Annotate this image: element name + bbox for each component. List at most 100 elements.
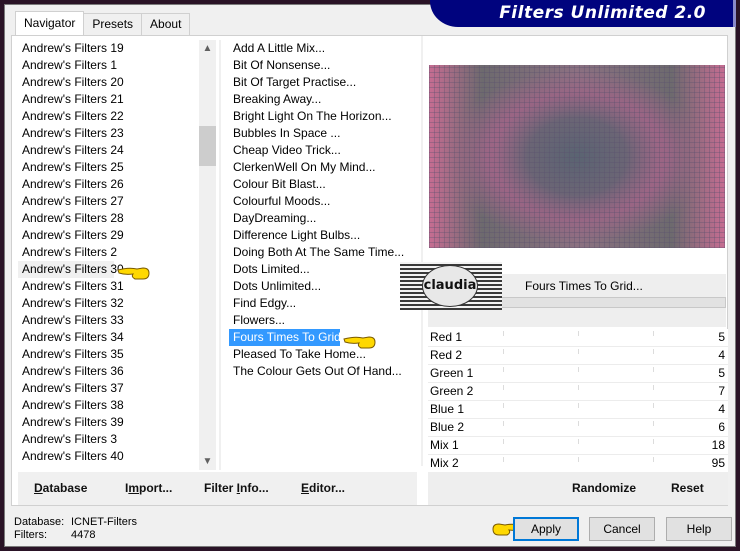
tab-about[interactable]: About <box>141 13 191 35</box>
category-item[interactable]: Andrew's Filters 37 <box>18 380 198 397</box>
category-item[interactable]: Andrew's Filters 25 <box>18 159 198 176</box>
category-item[interactable]: Andrew's Filters 23 <box>18 125 198 142</box>
param-slider-blue-1[interactable]: Blue 1 4 <box>428 401 728 419</box>
slider-tick <box>653 385 654 390</box>
scroll-thumb[interactable] <box>199 126 216 166</box>
category-item[interactable]: Andrew's Filters 36 <box>18 363 198 380</box>
param-slider-mix-2[interactable]: Mix 2 95 <box>428 455 728 473</box>
param-value: 4 <box>718 402 725 416</box>
category-item[interactable]: Andrew's Filters 2 <box>18 244 198 261</box>
filter-item[interactable]: Fours Times To Grid... <box>229 329 351 346</box>
filter-item[interactable]: Pleased To Take Home... <box>229 346 419 363</box>
filter-item[interactable]: DayDreaming... <box>229 210 419 227</box>
pane-divider <box>421 36 423 466</box>
filter-item[interactable]: Dots Unlimited... <box>229 278 419 295</box>
param-slider-blue-2[interactable]: Blue 2 6 <box>428 419 728 437</box>
banner-edge <box>733 0 736 27</box>
slider-tick <box>653 349 654 354</box>
label-part: atabase <box>42 481 88 495</box>
category-item[interactable]: Andrew's Filters 21 <box>18 91 198 108</box>
category-item[interactable]: Andrew's Filters 35 <box>18 346 198 363</box>
category-item[interactable]: Andrew's Filters 19 <box>18 40 198 57</box>
category-item[interactable]: Andrew's Filters 3 <box>18 431 198 448</box>
filter-item[interactable]: Flowers... <box>229 312 419 329</box>
import-button[interactable]: Import... <box>125 481 172 495</box>
param-slider-red-1[interactable]: Red 1 5 <box>428 329 728 347</box>
filters-count-label: Filters: <box>14 529 47 541</box>
filter-item[interactable]: The Colour Gets Out Of Hand... <box>229 363 419 380</box>
param-value: 7 <box>718 384 725 398</box>
filter-item[interactable]: Cheap Video Trick... <box>229 142 419 159</box>
database-value: ICNET-Filters <box>71 516 137 528</box>
category-item[interactable]: Andrew's Filters 20 <box>18 74 198 91</box>
filter-item[interactable]: Doing Both At The Same Time... <box>229 244 419 261</box>
category-item[interactable]: Andrew's Filters 34 <box>18 329 198 346</box>
category-item[interactable]: Andrew's Filters 1 <box>18 57 198 74</box>
slider-tick <box>578 349 579 354</box>
editor-button[interactable]: Editor... <box>301 481 345 495</box>
tab-presets[interactable]: Presets <box>83 13 143 35</box>
filter-info-button[interactable]: Filter Info... <box>204 481 269 495</box>
filter-item[interactable]: Bright Light On The Horizon... <box>229 108 419 125</box>
apply-button[interactable]: Apply <box>513 517 579 541</box>
slider-tick <box>653 439 654 444</box>
param-label: Mix 1 <box>430 438 459 452</box>
param-label: Red 1 <box>430 330 463 344</box>
filter-item[interactable]: Dots Limited... <box>229 261 419 278</box>
watermark-text: claudia <box>422 265 478 307</box>
randomize-button[interactable]: Randomize <box>572 481 636 495</box>
filter-item[interactable]: Bit Of Target Practise... <box>229 74 419 91</box>
filter-item[interactable]: Colour Bit Blast... <box>229 176 419 193</box>
label-part: ditor... <box>309 481 346 495</box>
filter-item[interactable]: Bit Of Nonsense... <box>229 57 419 74</box>
slider-tick <box>503 421 504 426</box>
slider-tick <box>653 457 654 462</box>
filter-item[interactable]: Add A Little Mix... <box>229 40 419 57</box>
category-item[interactable]: Andrew's Filters 38 <box>18 397 198 414</box>
param-label: Green 2 <box>430 384 474 398</box>
scroll-down-icon[interactable]: ▼ <box>199 453 216 470</box>
cancel-button[interactable]: Cancel <box>589 517 655 541</box>
param-slider-red-2[interactable]: Red 2 4 <box>428 347 728 365</box>
filter-item[interactable]: Difference Light Bulbs... <box>229 227 419 244</box>
category-list[interactable]: Andrew's Filters 19 Andrew's Filters 1 And… <box>18 40 198 468</box>
slider-tick <box>503 331 504 336</box>
param-slider-mix-1[interactable]: Mix 1 18 <box>428 437 728 455</box>
database-button[interactable]: Database <box>34 481 87 495</box>
category-item[interactable]: Andrew's Filters 30 <box>18 261 124 278</box>
reset-button[interactable]: Reset <box>671 481 704 495</box>
selected-filter-name: Fours Times To Grid... <box>525 279 643 293</box>
param-label: Red 2 <box>430 348 463 362</box>
category-item[interactable]: Andrew's Filters 26 <box>18 176 198 193</box>
category-item[interactable]: Andrew's Filters 33 <box>18 312 198 329</box>
pointing-hand-icon <box>117 267 150 280</box>
watermark-logo: claudia <box>400 262 502 310</box>
filter-item[interactable]: ClerkenWell On My Mind... <box>229 159 419 176</box>
slider-tick <box>503 367 504 372</box>
slider-tick <box>578 331 579 336</box>
label-part: Filter <box>204 481 237 495</box>
category-item[interactable]: Andrew's Filters 29 <box>18 227 198 244</box>
filter-list[interactable]: Add A Little Mix... Bit Of Nonsense... Bit… <box>229 40 419 440</box>
help-button[interactable]: Help <box>666 517 732 541</box>
param-slider-green-1[interactable]: Green 1 5 <box>428 365 728 383</box>
scroll-up-icon[interactable]: ▲ <box>199 40 216 57</box>
filter-item[interactable]: Colourful Moods... <box>229 193 419 210</box>
category-item[interactable]: Andrew's Filters 41 <box>18 465 198 468</box>
category-item[interactable]: Andrew's Filters 32 <box>18 295 198 312</box>
category-item[interactable]: Andrew's Filters 39 <box>18 414 198 431</box>
category-item[interactable]: Andrew's Filters 28 <box>18 210 198 227</box>
filter-item[interactable]: Breaking Away... <box>229 91 419 108</box>
tab-navigator[interactable]: Navigator <box>15 11 85 35</box>
category-item[interactable]: Andrew's Filters 22 <box>18 108 198 125</box>
param-value: 95 <box>711 456 725 470</box>
filter-item[interactable]: Find Edgy... <box>229 295 419 312</box>
category-item[interactable]: Andrew's Filters 31 <box>18 278 198 295</box>
label-part: nfo... <box>240 481 269 495</box>
filter-item[interactable]: Bubbles In Space ... <box>229 125 419 142</box>
category-item[interactable]: Andrew's Filters 40 <box>18 448 198 465</box>
param-slider-green-2[interactable]: Green 2 7 <box>428 383 728 401</box>
category-item[interactable]: Andrew's Filters 27 <box>18 193 198 210</box>
category-scrollbar[interactable]: ▲ ▼ <box>199 40 216 470</box>
category-item[interactable]: Andrew's Filters 24 <box>18 142 198 159</box>
